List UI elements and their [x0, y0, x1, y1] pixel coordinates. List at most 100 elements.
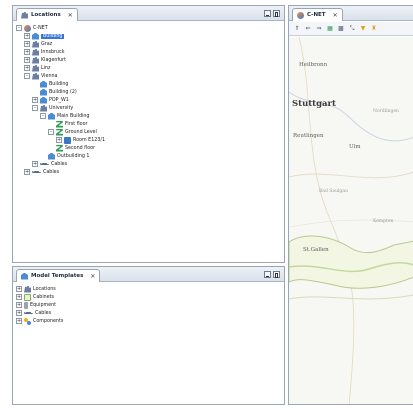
tree-node[interactable]: Outbuilding 1	[16, 152, 281, 160]
forward-icon[interactable]: ⇒	[315, 25, 323, 33]
collapse-icon[interactable]: -	[48, 129, 54, 135]
tree-node[interactable]: + Klagenfurt	[16, 56, 281, 64]
tree-node[interactable]: + Equipment	[16, 301, 281, 309]
place-label-ulm: Ulm	[349, 144, 361, 150]
back-icon[interactable]: ⇐	[304, 25, 312, 33]
tree-node[interactable]: Building	[16, 80, 281, 88]
region-boundary	[289, 219, 413, 228]
tree-node-label: Ground Level	[65, 129, 97, 135]
locations-tab-title: Locations	[31, 12, 61, 18]
close-icon[interactable]: ✕	[68, 12, 73, 19]
tab-c-net[interactable]: C-NET ✕	[292, 8, 343, 21]
floor-icon	[56, 144, 63, 152]
expand-icon[interactable]: +	[16, 294, 22, 300]
tree-node[interactable]: + Linz	[16, 64, 281, 72]
collapse-icon[interactable]: -	[32, 105, 38, 111]
tree-node-label: Equipment	[30, 302, 57, 308]
tree-node[interactable]: + POP_W1	[16, 96, 281, 104]
expand-icon[interactable]: +	[32, 161, 38, 167]
expand-icon[interactable]: +	[16, 286, 22, 292]
filter-icon[interactable]: ▼	[359, 25, 367, 33]
tree-node[interactable]: + Locations	[16, 285, 281, 293]
tree-node[interactable]: + Room E123/1	[16, 136, 281, 144]
place-label-stuttgart: Stuttgart	[292, 99, 336, 109]
expand-icon[interactable]: +	[24, 169, 30, 175]
expand-icon[interactable]: +	[32, 97, 38, 103]
tree-node[interactable]: - University	[16, 104, 281, 112]
close-icon[interactable]: ✕	[333, 12, 338, 19]
tree-node[interactable]: + Cables	[16, 160, 281, 168]
tree-node[interactable]: + Innsbruck	[16, 48, 281, 56]
tree-node[interactable]: - Vienna	[16, 72, 281, 80]
locations-panel: Locations ✕ - C-NET + Building + Graz + Innsbru…	[12, 5, 285, 263]
building-icon	[40, 80, 47, 88]
measure-icon[interactable]: ⤡	[348, 25, 356, 33]
maximize-button[interactable]	[273, 271, 280, 278]
collapse-icon[interactable]: -	[40, 113, 46, 119]
expand-icon[interactable]: +	[24, 33, 30, 39]
map-canvas	[289, 37, 413, 404]
minimize-button[interactable]	[264, 10, 271, 17]
building-icon	[32, 32, 39, 40]
component-icon	[24, 317, 31, 325]
tree-node-label: First floor	[65, 121, 88, 127]
expand-icon[interactable]: +	[24, 41, 30, 47]
expand-icon[interactable]: +	[16, 318, 22, 324]
tree-node[interactable]: + Cabinets	[16, 293, 281, 301]
tree-node-label: Locations	[33, 286, 56, 292]
map-tab-title: C-NET	[307, 12, 326, 18]
collapse-icon[interactable]: -	[24, 73, 30, 79]
expand-icon[interactable]: +	[16, 302, 22, 308]
place-label-nordlingen: Nordlingen	[373, 109, 399, 114]
lock-icon[interactable]: ♜	[370, 25, 378, 33]
tree-node[interactable]: First floor	[16, 120, 281, 128]
equipment-icon	[24, 301, 28, 309]
tree-node[interactable]: + Components	[16, 317, 281, 325]
place-label-bad-saulgau: Bad Saulgau	[319, 189, 348, 194]
place-label-kempten: Kempten	[373, 219, 394, 224]
grid-icon[interactable]: ▩	[337, 25, 345, 33]
tree-node-label: Second floor	[65, 145, 96, 151]
tree-node[interactable]: - C-NET	[16, 24, 281, 32]
home-icon[interactable]: ⇑	[293, 25, 301, 33]
tree-node[interactable]: - Main Building	[16, 112, 281, 120]
building-icon	[40, 96, 47, 104]
lake-constance-shape	[289, 235, 413, 289]
expand-icon[interactable]: +	[56, 137, 62, 143]
place-label-st-gallen: St.Gallen	[303, 247, 329, 253]
minimize-button[interactable]	[264, 271, 271, 278]
tree-node[interactable]: - Ground Level	[16, 128, 281, 136]
tree-node[interactable]: + Cables	[16, 168, 281, 176]
close-icon[interactable]: ✕	[90, 273, 95, 280]
collapse-icon[interactable]: -	[16, 25, 22, 31]
templates-tabbar: Model Templates ✕	[13, 267, 284, 282]
templates-window-controls	[264, 271, 280, 278]
tree-node-label: Klagenfurt	[41, 57, 67, 63]
expand-icon[interactable]: +	[16, 310, 22, 316]
tree-node-label: Cables	[51, 161, 68, 167]
map-view[interactable]: Heilbronn Stuttgart Reutlingen Ulm Bad S…	[289, 37, 413, 404]
tree-node[interactable]: + Building	[16, 32, 281, 40]
tree-node[interactable]: + Graz	[16, 40, 281, 48]
tree-node[interactable]: + Cables	[16, 309, 281, 317]
expand-icon[interactable]: +	[24, 57, 30, 63]
map-tabbar: C-NET ✕	[289, 6, 413, 21]
tab-locations[interactable]: Locations ✕	[16, 8, 78, 21]
map-layers-icon[interactable]: ▦	[326, 25, 334, 33]
location-icon	[32, 48, 39, 56]
location-icon	[40, 104, 47, 112]
cable-icon	[32, 171, 41, 173]
tab-model-templates[interactable]: Model Templates ✕	[16, 269, 101, 282]
tree-node[interactable]: Building (2)	[16, 88, 281, 96]
expand-icon[interactable]: +	[24, 65, 30, 71]
tree-node-label: Innsbruck	[41, 49, 65, 55]
tree-node-label: University	[49, 105, 74, 111]
expand-icon[interactable]: +	[24, 49, 30, 55]
maximize-button[interactable]	[273, 10, 280, 17]
place-label-heilbronn: Heilbronn	[299, 62, 328, 68]
cable-icon	[40, 163, 49, 165]
tree-node[interactable]: Second floor	[16, 144, 281, 152]
